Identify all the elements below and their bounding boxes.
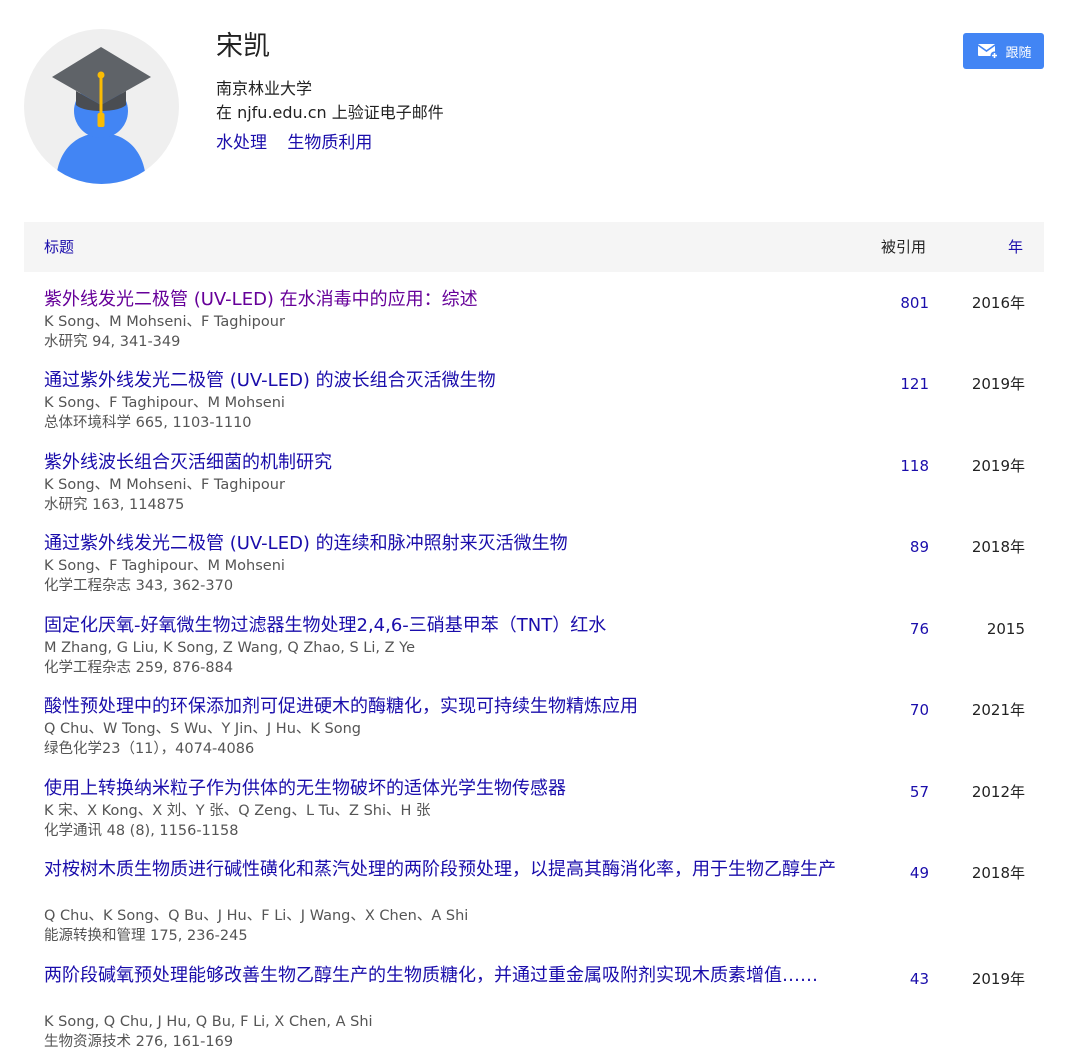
publication-title-link[interactable]: 通过紫外线发光二极管 (UV-LED) 的连续和脉冲照射来灭活微生物 [44, 532, 844, 556]
column-header-title[interactable]: 标题 [44, 237, 74, 257]
publication-year: 2019年 [971, 457, 1025, 475]
publication-year: 2021年 [971, 701, 1025, 719]
publication-venue: 能源转换和管理 175, 236-245 [44, 928, 248, 944]
publication-authors: K Song、M Mohseni、F Taghipour [44, 477, 285, 493]
publication-venue: 绿色化学23（11），4074-4086 [44, 741, 255, 757]
table-row: 对桉树木质生物质进行碱性磺化和蒸汽处理的两阶段预处理，以提高其酶消化率，用于生物… [0, 842, 1080, 948]
follow-button[interactable]: 跟随 [963, 33, 1044, 69]
cited-by-count-link[interactable]: 121 [880, 374, 929, 394]
table-row: 两阶段碱氧预处理能够改善生物乙醇生产的生物质糖化，并通过重金属吸附剂实现木质素增… [0, 948, 1080, 1053]
cited-by-count-link[interactable]: 57 [880, 782, 929, 802]
table-row: 使用上转换纳米粒子作为供体的无生物破坏的适体光学生物传感器 K 宋、X Kong、… [0, 761, 1080, 842]
profile-name: 宋凯 [216, 31, 270, 62]
publication-title-link[interactable]: 通过紫外线发光二极管 (UV-LED) 的波长组合灭活微生物 [44, 369, 844, 393]
verified-email: 在 njfu.edu.cn 上验证电子邮件 [216, 103, 444, 122]
publication-year: 2018年 [971, 864, 1025, 882]
research-interests: 水处理 生物质利用 [216, 131, 387, 155]
cited-by-count-link[interactable]: 70 [880, 700, 929, 720]
interest-link-water-treatment[interactable]: 水处理 [216, 133, 267, 153]
table-row: 酸性预处理中的环保添加剂可促进硬木的酶糖化，实现可持续生物精炼应用 Q Chu、W… [0, 679, 1080, 761]
publication-authors: K Song、F Taghipour、M Mohseni [44, 395, 285, 411]
publication-title-link[interactable]: 酸性预处理中的环保添加剂可促进硬木的酶糖化，实现可持续生物精炼应用 [44, 695, 844, 719]
publication-year: 2015 [986, 620, 1025, 638]
interest-link-biomass-utilization[interactable]: 生物质利用 [287, 133, 372, 153]
publication-authors: K 宋、X Kong、X 刘、Y 张、Q Zeng、L Tu、Z Shi、H 张 [44, 803, 431, 819]
table-row: 紫外线波长组合灭活细菌的机制研究 K Song、M Mohseni、F Taghi… [0, 435, 1080, 516]
table-row: 通过紫外线发光二极管 (UV-LED) 的连续和脉冲照射来灭活微生物 K Song… [0, 516, 1080, 598]
graduation-cap-avatar-icon [52, 47, 151, 184]
cited-by-count-link[interactable]: 43 [880, 969, 929, 989]
follow-button-label: 跟随 [1005, 45, 1032, 61]
publication-venue: 化学工程杂志 343, 362-370 [44, 578, 234, 594]
table-row: 固定化厌氧-好氧微生物过滤器生物处理2,4,6-三硝基甲苯（TNT）红水 M Zh… [0, 598, 1080, 679]
publication-authors: K Song、F Taghipour、M Mohseni [44, 558, 285, 574]
table-row: 通过紫外线发光二极管 (UV-LED) 的波长组合灭活微生物 K Song、F T… [0, 353, 1080, 435]
publication-venue: 水研究 163, 114875 [44, 497, 185, 513]
publication-authors: Q Chu、K Song、Q Bu、J Hu、F Li、J Wang、X Che… [44, 908, 469, 924]
publication-year: 2016年 [971, 294, 1025, 312]
avatar [24, 29, 179, 184]
publication-authors: K Song, Q Chu, J Hu, Q Bu, F Li, X Chen,… [44, 1014, 373, 1030]
publication-venue: 总体环境科学 665, 1103-1110 [44, 415, 252, 431]
publication-title-link[interactable]: 两阶段碱氧预处理能够改善生物乙醇生产的生物质糖化，并通过重金属吸附剂实现木质素增… [44, 964, 844, 988]
publication-venue: 生物资源技术 276, 161-169 [44, 1034, 234, 1050]
cited-by-count-link[interactable]: 89 [880, 537, 929, 557]
mail-plus-icon [978, 44, 999, 60]
cited-by-count-link[interactable]: 76 [880, 619, 929, 639]
publication-year: 2019年 [971, 970, 1025, 988]
publication-venue: 水研究 94, 341-349 [44, 334, 181, 350]
table-row: 紫外线发光二极管 (UV-LED) 在水消毒中的应用：综述 K Song、M Mo… [0, 272, 1080, 353]
publication-year: 2019年 [971, 375, 1025, 393]
column-header-cited-by[interactable]: 被引用 [881, 237, 926, 257]
cited-by-count-link[interactable]: 49 [880, 863, 929, 883]
column-header-year[interactable]: 年 [1008, 237, 1023, 257]
publication-title-link[interactable]: 固定化厌氧-好氧微生物过滤器生物处理2,4,6-三硝基甲苯（TNT）红水 [44, 614, 844, 638]
publication-authors: Q Chu、W Tong、S Wu、Y Jin、J Hu、K Song [44, 721, 361, 737]
publication-authors: K Song、M Mohseni、F Taghipour [44, 314, 285, 330]
publication-authors: M Zhang, G Liu, K Song, Z Wang, Q Zhao, … [44, 640, 416, 656]
publication-title-link[interactable]: 紫外线发光二极管 (UV-LED) 在水消毒中的应用：综述 [44, 288, 844, 312]
cited-by-count-link[interactable]: 118 [880, 456, 929, 476]
publication-title-link[interactable]: 使用上转换纳米粒子作为供体的无生物破坏的适体光学生物传感器 [44, 777, 844, 801]
profile-affiliation: 南京林业大学 [216, 79, 313, 98]
publication-title-link[interactable]: 紫外线波长组合灭活细菌的机制研究 [44, 451, 844, 475]
publication-title-link[interactable]: 对桉树木质生物质进行碱性磺化和蒸汽处理的两阶段预处理，以提高其酶消化率，用于生物… [44, 858, 844, 882]
publication-venue: 化学工程杂志 259, 876-884 [44, 660, 234, 676]
publication-year: 2012年 [971, 783, 1025, 801]
publication-year: 2018年 [971, 538, 1025, 556]
publication-venue: 化学通讯 48 (8), 1156-1158 [44, 823, 239, 839]
cited-by-count-link[interactable]: 801 [880, 293, 929, 313]
table-header: 标题 被引用 年 [24, 222, 1044, 272]
